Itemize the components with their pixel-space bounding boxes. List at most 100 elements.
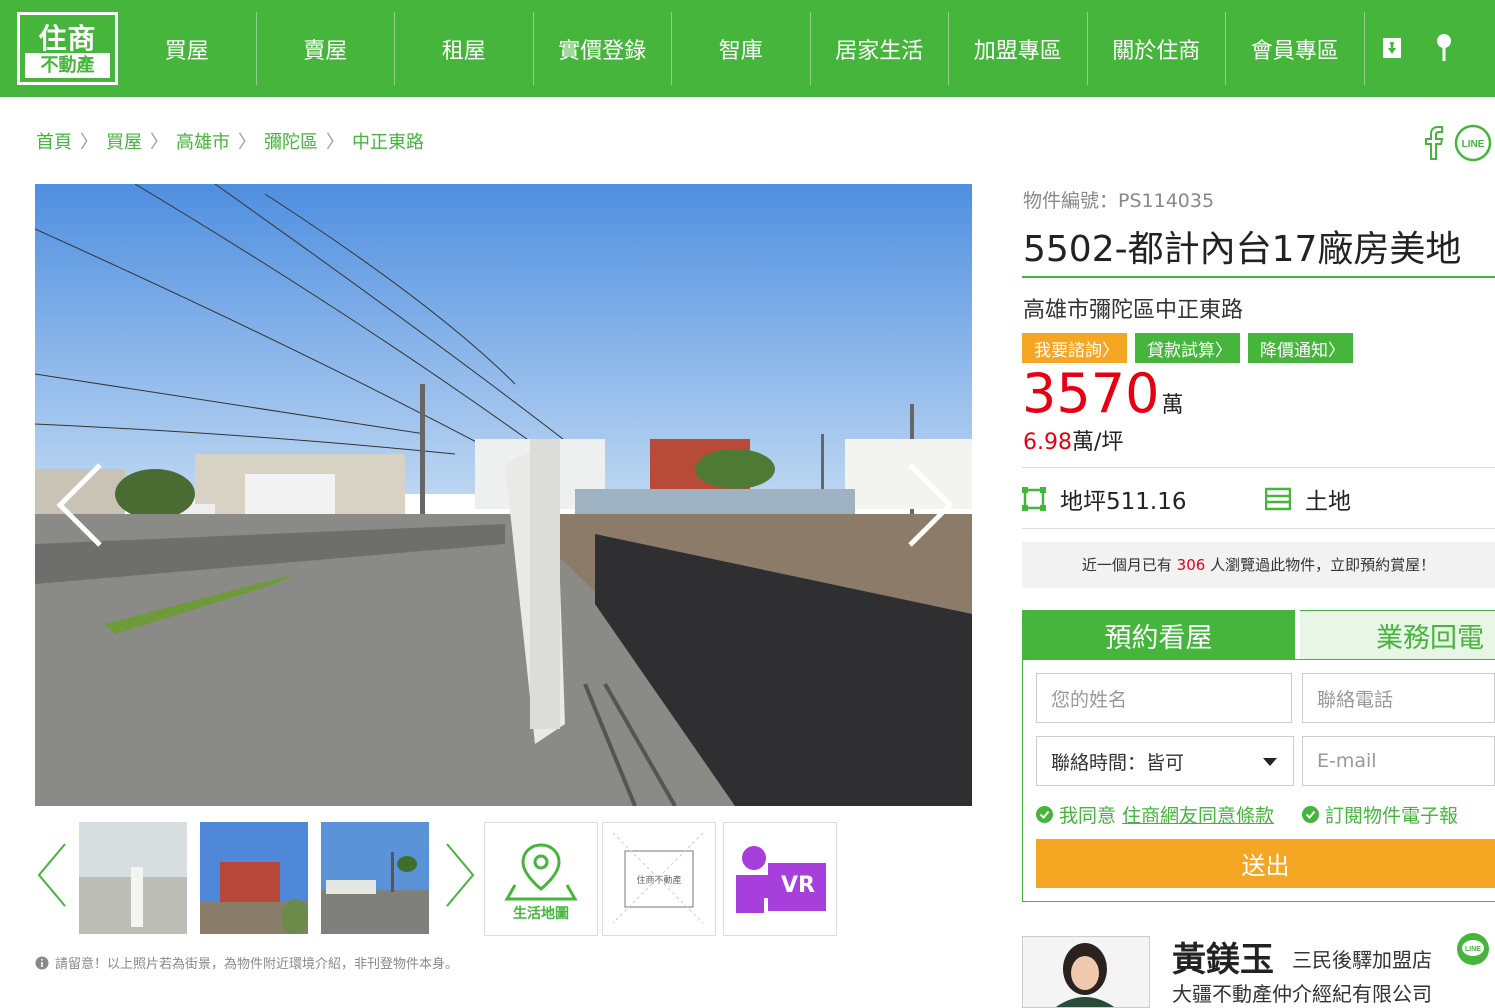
main-nav: 買屋 賣屋 租屋 實價登錄 智庫 居家生活 加盟專區 關於住商 會員專區 [118,12,1365,85]
tab-book-viewing[interactable]: 預約看屋 [1022,610,1295,660]
line-share-label: LINE [1462,139,1485,150]
contact-time-value: 聯絡時間：皆可 [1051,751,1185,774]
price: 3570 萬 [1022,362,1183,425]
title-divider [1022,276,1495,278]
bookmark-icon[interactable] [1380,30,1404,66]
logo-text-bottom: 不動產 [25,53,110,78]
land-area-text: 地坪511.16 [1060,489,1187,515]
facebook-icon[interactable] [1424,125,1446,165]
photo-prev-arrow[interactable] [50,460,110,550]
nav-item-think-tank[interactable]: 智庫 [672,12,811,85]
main-photo[interactable] [35,184,972,806]
check-circle-icon [1036,806,1053,823]
agent-line-icon[interactable]: LINE [1456,932,1490,966]
nav-item-franchise[interactable]: 加盟專區 [949,12,1088,85]
nav-item-members[interactable]: 會員專區 [1226,12,1365,85]
divider [1022,528,1495,529]
unit-price-value: 6.98 [1023,430,1072,455]
caret-down-icon [1263,758,1277,766]
agent-store: 三民後驛加盟店 [1292,948,1432,972]
vr-tour-button[interactable]: VR [723,822,837,936]
breadcrumb-city[interactable]: 高雄市 [176,128,230,154]
breadcrumb-home[interactable]: 首頁 [36,128,72,154]
breadcrumb-buy[interactable]: 買屋 [106,128,142,154]
views-suffix: 人瀏覽過此物件，立即預約賞屋！ [1210,556,1436,574]
email-field[interactable]: E-mail [1302,736,1495,786]
price-value: 3570 [1022,362,1160,425]
divider [1022,467,1495,468]
life-map-button[interactable]: 生活地圖 [484,822,598,936]
phone-field[interactable]: 聯絡電話 [1302,673,1495,723]
views-count: 306 [1176,556,1206,574]
price-alert-label: 降價通知 [1260,340,1328,361]
nav-item-home-living[interactable]: 居家生活 [811,12,949,85]
nav-item-about[interactable]: 關於住商 [1088,12,1226,85]
unit-price-unit: 萬/坪 [1071,430,1124,455]
nav-item-rent[interactable]: 租屋 [395,12,534,85]
agree-prefix: 我同意 [1059,805,1117,827]
logo-text-top: 住商 [38,22,97,55]
chevron-right-icon: 〉 [150,132,168,153]
subscribe-label: 訂閱物件電子報 [1325,805,1459,827]
thumbnail-2[interactable] [200,822,308,934]
check-circle-icon [1302,806,1319,823]
contact-time-select[interactable]: 聯絡時間：皆可 [1036,736,1294,786]
submit-button[interactable]: 送出 [1036,839,1495,888]
chevron-right-icon: 〉 [1215,340,1232,361]
listing-title: 5502-都計內台17廠房美地 [1023,229,1462,270]
logo-inner: 住商 不動產 [20,15,115,82]
loan-calc-button[interactable]: 貸款試算〉 [1135,333,1240,363]
action-tags: 我要諮詢〉 貸款試算〉 降價通知〉 [1022,333,1353,363]
tab-agent-callback[interactable]: 業務回電 [1300,610,1495,660]
floorplan-button[interactable]: 住商不動產 [602,822,716,936]
top-icons [1380,30,1456,66]
vr-label: VR [781,873,815,898]
photo-notice-text: 請留意！以上照片若為街景，為物件附近環境介紹，非刊登物件本身。 [55,957,459,972]
nav-item-buy[interactable]: 買屋 [118,12,257,85]
chevron-right-icon: 〉 [1102,340,1119,361]
thumbnail-1[interactable] [79,822,187,934]
subscribe-checkbox[interactable]: 訂閱物件電子報 [1302,801,1458,828]
form-tabs: 預約看屋 業務回電 [1022,610,1495,660]
property-type-text: 土地 [1305,489,1351,515]
consult-label: 我要諮詢 [1034,340,1102,361]
line-share-icon[interactable]: LINE [1454,124,1492,166]
photo-notice: 請留意！以上照片若為街景，為物件附近環境介紹，非刊登物件本身。 [35,953,458,972]
nav-item-sell[interactable]: 賣屋 [257,12,395,85]
loan-calc-label: 貸款試算 [1147,340,1215,361]
breadcrumb-district[interactable]: 彌陀區 [264,128,318,154]
price-unit: 萬 [1161,393,1184,418]
view-count-banner: 近一個月已有 306 人瀏覽過此物件，立即預約賞屋！ [1022,542,1495,588]
thumbnail-3[interactable] [321,822,429,934]
property-type-spec: 土地 [1265,482,1351,516]
price-alert-button[interactable]: 降價通知〉 [1248,333,1353,363]
nav-item-transactions[interactable]: 實價登錄 [534,12,672,85]
breadcrumb: 首頁 〉 買屋 〉 高雄市 〉 彌陀區 〉 中正東路 [36,128,424,154]
top-navbar: 住商 不動產 買屋 賣屋 租屋 實價登錄 智庫 居家生活 加盟專區 關於住商 會… [0,0,1495,97]
listing-code: 物件編號：PS114035 [1023,190,1215,212]
agent-line-label: LINE [1465,946,1481,953]
photo-next-arrow[interactable] [900,460,960,550]
brand-logo[interactable]: 住商 不動產 [17,12,118,85]
chevron-right-icon: 〉 [80,132,98,153]
breadcrumb-road[interactable]: 中正東路 [352,128,424,154]
unit-price: 6.98萬/坪 [1023,424,1123,456]
terms-link[interactable]: 住商網友同意條款 [1122,801,1274,828]
thumb-next-arrow[interactable] [443,840,477,914]
building-type-icon [1265,487,1291,511]
chevron-right-icon: 〉 [1328,340,1345,361]
listing-address: 高雄市彌陀區中正東路 [1023,298,1244,323]
views-prefix: 近一個月已有 [1081,556,1172,574]
thumb-prev-arrow[interactable] [35,840,69,914]
location-pin-icon[interactable] [1432,30,1456,66]
floorplan-watermark: 住商不動產 [636,876,682,886]
area-icon [1022,487,1046,511]
agent-name: 黃鎂玉 [1172,940,1274,980]
agent-avatar [1022,936,1150,1008]
chevron-right-icon: 〉 [238,132,256,153]
agree-terms-checkbox[interactable]: 我同意 住商網友同意條款 [1036,801,1274,828]
agent-company: 大疆不動產仲介經紀有限公司 [1172,982,1432,1006]
life-map-label: 生活地圖 [513,906,569,922]
consult-button[interactable]: 我要諮詢〉 [1022,333,1127,363]
name-field[interactable]: 您的姓名 [1036,673,1292,723]
